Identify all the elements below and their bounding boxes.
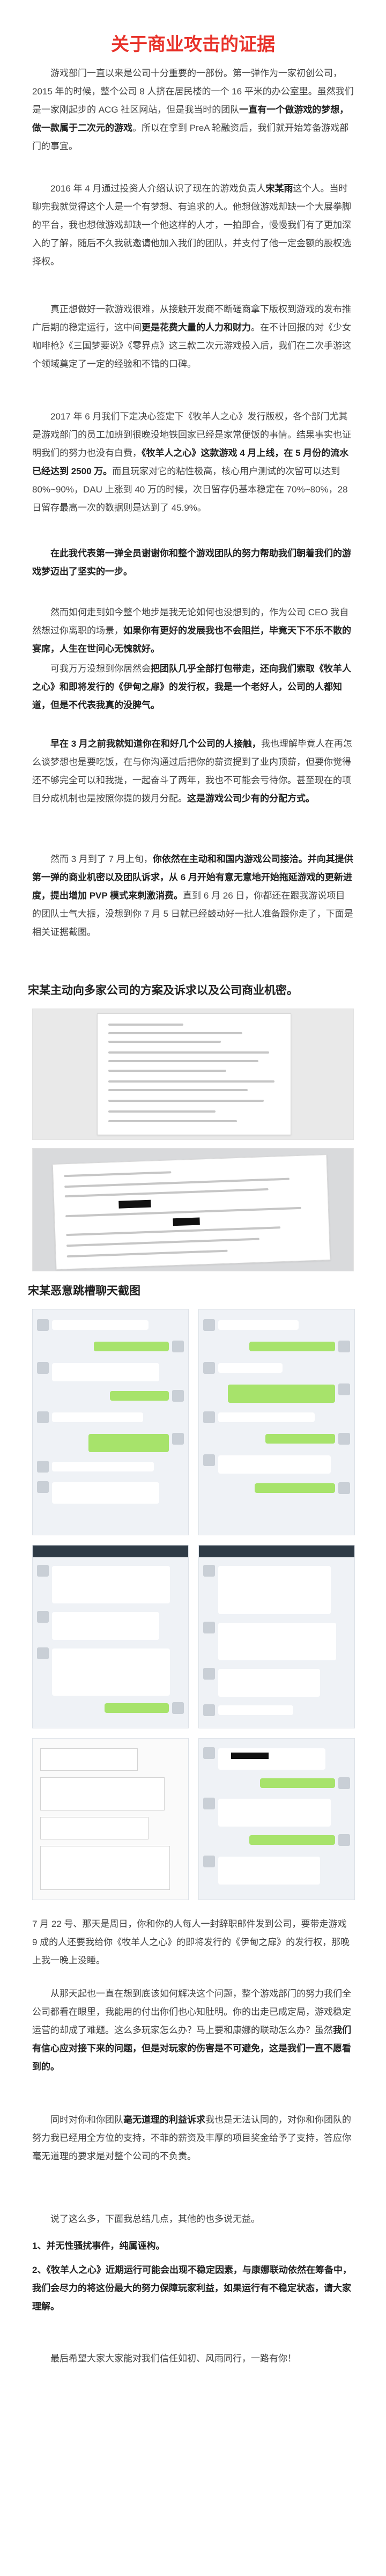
paragraph-6: 然而如何走到如今整个地步是我无论如何也没想到的，作为公司 CEO 我自然想过你离… [32, 603, 354, 658]
summary-point-2: 2、《牧羊人之心》近期运行可能会出现不稳定因素，与康娜联动依然在筹备中，我们会尽… [32, 2265, 352, 2312]
evidence-image-2 [32, 1148, 354, 1271]
paragraph-3-emphasis: 更是花费大量的人力和财力 [142, 322, 251, 333]
evidence-image-1 [32, 1009, 354, 1140]
paragraph-1: 游戏部门一直以来是公司十分重要的一部份。第一弹作为一家初创公司，2015 年的时… [32, 64, 354, 156]
summary-intro: 说了这么多，下面我总结几点，其他的也多说无益。 [50, 2214, 260, 2224]
chat-screenshot-6 [198, 1738, 355, 1900]
redaction-bar [173, 1217, 200, 1226]
chat-screenshot-1 [32, 1309, 189, 1535]
paragraph-5-thanks: 在此我代表第一弹全员谢谢你和整个游戏团队的努力帮助我们朝着我们的游戏梦迈出了坚实… [32, 548, 351, 577]
paragraph-2: 2016 年 4 月通过投资人介绍认识了现在的游戏负责人宋某雨这个人。当时聊完我… [32, 180, 354, 271]
summary-point-1: 1、并无性骚扰事件，纯属诬构。 [32, 2241, 165, 2251]
chat-screenshot-3 [32, 1545, 189, 1728]
paragraph-4: 2017 年 6 月我们下定决心签定下《牧羊人之心》发行版权，各个部门尤其是游戏… [32, 408, 354, 517]
paragraph-8-lead: 早在 3 月之前我就知道你在和好几个公司的人接触， [50, 739, 261, 749]
paragraph-3: 真正想做好一款游戏很难，从接触开发商不断磋商拿下版权到游戏的发布推广后期的稳定运… [32, 300, 354, 373]
section-chat-title: 宋某恶意跳槽聊天截图 [28, 1285, 140, 1297]
article-page: 关于商业攻击的证据 游戏部门一直以来是公司十分重要的一部份。第一弹作为一家初创公… [0, 0, 386, 2576]
chat-screenshot-2 [198, 1309, 355, 1535]
paragraph-2-text: 2016 年 4 月通过投资人介绍认识了现在的游戏负责人 [50, 183, 266, 194]
paragraph-12: 同时对你和你团队毫无道理的利益诉求我也是无法认同的，对你和你团队的努力我已经用全… [32, 2111, 354, 2166]
paragraph-7: 可我万万没想到你居然会把团队几乎全部打包带走，还向我们索取《牧羊人之心》和即将发… [32, 660, 354, 715]
document-photo [97, 1013, 291, 1135]
paragraph-7-text: 可我万万没想到你居然会 [50, 664, 151, 674]
chat-screenshot-4 [198, 1545, 355, 1728]
paragraph-2-name: 宋某雨 [265, 183, 293, 194]
paragraph-12-text: 同时对你和你团队 [50, 2115, 123, 2125]
paragraph-9-text: 然而 3 月到了 7 月上旬， [50, 854, 153, 864]
paragraph-11: 从那天起也一直在想到底该如何解决这个问题，整个游戏部门的努力我们全公司都看在眼里… [32, 1985, 354, 2076]
page-title: 关于商业攻击的证据 [111, 34, 275, 55]
paragraph-2-tail: 这个人。当时聊完我就觉得这个人是一个有梦想、有追求的人。他想做游戏却缺一个大展拳… [32, 183, 351, 267]
closing-line: 最后希望大家大家能对我们信任如初、风雨同行，一路有你！ [50, 2353, 296, 2364]
paragraph-11-text: 从那天起也一直在想到底该如何解决这个问题，整个游戏部门的努力我们全公司都看在眼里… [32, 1989, 351, 2035]
paragraph-9: 然而 3 月到了 7 月上旬，你依然在主动和和国内游戏公司接洽。并向其提供第一弹… [32, 850, 354, 941]
paragraph-12-emphasis: 毫无道理的利益诉求 [123, 2115, 205, 2125]
redacted-document [52, 1154, 331, 1270]
paragraph-8: 早在 3 月之前我就知道你在和好几个公司的人接触，我也理解毕竟人在再怎么谈梦想也… [32, 735, 354, 808]
chat-screenshot-5 [32, 1738, 189, 1900]
paragraph-8-emphasis: 这是游戏公司少有的分配方式。 [187, 793, 315, 804]
paragraph-10: 7 月 22 号、那天是周日，你和你的人每人一封辞职邮件发到公司，要带走游戏 9… [32, 1919, 350, 1966]
redaction-bar [118, 1199, 151, 1209]
section-evidence-title: 宋某主动向多家公司的方案及诉求以及公司商业机密。 [28, 984, 298, 997]
